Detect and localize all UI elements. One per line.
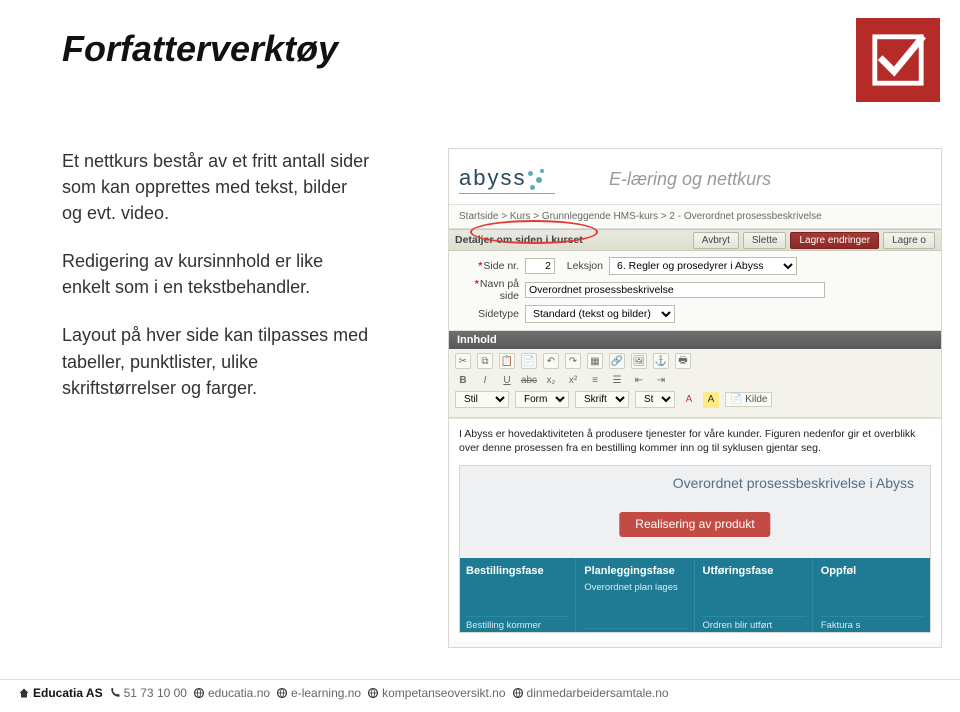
anchor-icon[interactable]: ⚓ bbox=[653, 353, 669, 369]
leksjon-select[interactable]: 6. Regler og prosedyrer i Abyss bbox=[609, 257, 797, 275]
content-section-header: Innhold bbox=[449, 331, 941, 349]
bullet-list-icon[interactable]: ☰ bbox=[609, 372, 625, 388]
redo-icon[interactable]: ↷ bbox=[565, 353, 581, 369]
bg-color-icon[interactable]: A bbox=[703, 392, 719, 408]
phone-icon bbox=[109, 687, 121, 699]
underline-icon[interactable]: U bbox=[499, 372, 515, 388]
outdent-icon[interactable]: ⇤ bbox=[631, 372, 647, 388]
checkbox-check-icon bbox=[869, 31, 927, 89]
footer-company: Educatia AS bbox=[33, 686, 103, 700]
diagram-col-head: Oppføl bbox=[821, 564, 924, 579]
cut-icon[interactable]: ✂ bbox=[455, 353, 471, 369]
side-nr-input[interactable] bbox=[525, 258, 555, 274]
editor-body[interactable]: I Abyss er hovedaktiviteten å produsere … bbox=[449, 418, 941, 641]
numbered-list-icon[interactable]: ≡ bbox=[587, 372, 603, 388]
cancel-button[interactable]: Avbryt bbox=[693, 232, 739, 249]
footer-link[interactable]: e-learning.no bbox=[291, 686, 361, 700]
subscript-icon[interactable]: x₂ bbox=[543, 372, 559, 388]
leksjon-label: Leksjon bbox=[555, 260, 609, 272]
diagram-title: Overordnet prosessbeskrivelse i Abyss bbox=[673, 474, 914, 493]
diagram-band: Realisering av produkt bbox=[619, 512, 770, 536]
style-select[interactable]: Stil bbox=[455, 391, 509, 408]
paste-icon[interactable]: 📋 bbox=[499, 353, 515, 369]
diagram-col-foot bbox=[584, 628, 687, 632]
paste-text-icon[interactable]: 📄 bbox=[521, 353, 537, 369]
diagram-col-foot: Ordren blir utført bbox=[703, 616, 806, 633]
page-detail-form: *Side nr. Leksjon 6. Regler og prosedyre… bbox=[449, 251, 941, 331]
home-icon bbox=[18, 687, 30, 699]
page-title: Forfatterverktøy bbox=[62, 28, 338, 70]
link-icon[interactable]: 🔗 bbox=[609, 353, 625, 369]
diagram-col-head: Bestillingsfase bbox=[466, 564, 569, 579]
paragraph-3: Layout på hver side kan tilpasses med ta… bbox=[62, 322, 372, 400]
breadcrumb[interactable]: Startside > Kurs > Grunnleggende HMS-kur… bbox=[449, 205, 941, 229]
italic-icon[interactable]: I bbox=[477, 372, 493, 388]
print-icon[interactable]: 🖶 bbox=[675, 353, 691, 369]
navn-label: Navn på side bbox=[480, 278, 519, 302]
app-header: abyss E-læring og nettkurs bbox=[449, 149, 941, 205]
sidetype-select[interactable]: Standard (tekst og bilder) bbox=[525, 305, 675, 323]
detail-bar: Detaljer om siden i kurset Avbryt Slette… bbox=[449, 229, 941, 251]
copy-icon[interactable]: ⧉ bbox=[477, 353, 493, 369]
detail-bar-title: Detaljer om siden i kurset bbox=[455, 234, 583, 246]
save-button[interactable]: Lagre endringer bbox=[790, 232, 879, 249]
globe-icon bbox=[276, 687, 288, 699]
abyss-logo: abyss bbox=[459, 165, 555, 194]
paragraph-1: Et nettkurs består av et fritt antall si… bbox=[62, 148, 372, 226]
side-nr-label: Side nr. bbox=[483, 260, 519, 272]
process-diagram: Overordnet prosessbeskrivelse i Abyss Re… bbox=[459, 465, 931, 633]
diagram-col: Planleggingsfase Overordnet plan lages bbox=[578, 558, 694, 632]
globe-icon bbox=[367, 687, 379, 699]
footer-link[interactable]: educatia.no bbox=[208, 686, 270, 700]
diagram-col-head: Utføringsfase bbox=[703, 564, 806, 579]
strike-icon[interactable]: abc bbox=[521, 372, 537, 388]
page-footer: Educatia AS 51 73 10 00 educatia.no e-le… bbox=[0, 679, 960, 700]
editor-toolbar: ✂ ⧉ 📋 📄 ↶ ↷ ▦ 🔗 🖼 ⚓ 🖶 B I U abc x₂ x² ≡ … bbox=[449, 349, 941, 418]
description-column: Et nettkurs består av et fritt antall si… bbox=[62, 148, 372, 423]
footer-link[interactable]: dinmedarbeidersamtale.no bbox=[527, 686, 669, 700]
diagram-col-head: Planleggingsfase bbox=[584, 564, 687, 579]
checkmark-badge bbox=[856, 18, 940, 102]
app-tagline: E-læring og nettkurs bbox=[609, 169, 771, 190]
globe-icon bbox=[193, 687, 205, 699]
diagram-col: Bestillingsfase Bestilling kommer bbox=[460, 558, 576, 632]
diagram-col: Oppføl Faktura s bbox=[815, 558, 930, 632]
navn-input[interactable] bbox=[525, 282, 825, 298]
logo-text: abyss bbox=[459, 165, 526, 191]
format-select[interactable]: Format bbox=[515, 391, 569, 408]
bold-icon[interactable]: B bbox=[455, 372, 471, 388]
app-screenshot: abyss E-læring og nettkurs Startside > K… bbox=[448, 148, 942, 648]
diagram-col: Utføringsfase Ordren blir utført bbox=[697, 558, 813, 632]
superscript-icon[interactable]: x² bbox=[565, 372, 581, 388]
save-other-button[interactable]: Lagre o bbox=[883, 232, 935, 249]
footer-phone: 51 73 10 00 bbox=[124, 686, 187, 700]
size-select[interactable]: St... bbox=[635, 391, 675, 408]
image-icon[interactable]: 🖼 bbox=[631, 353, 647, 369]
editor-paragraph: I Abyss er hovedaktiviteten å produsere … bbox=[459, 427, 931, 455]
diagram-col-sub: Overordnet plan lages bbox=[584, 582, 687, 595]
text-color-icon[interactable]: A bbox=[681, 392, 697, 408]
delete-button[interactable]: Slette bbox=[743, 232, 787, 249]
indent-icon[interactable]: ⇥ bbox=[653, 372, 669, 388]
font-select[interactable]: Skrift bbox=[575, 391, 629, 408]
source-button[interactable]: 📄 Kilde bbox=[725, 392, 772, 407]
undo-icon[interactable]: ↶ bbox=[543, 353, 559, 369]
table-icon[interactable]: ▦ bbox=[587, 353, 603, 369]
footer-link[interactable]: kompetanseoversikt.no bbox=[382, 686, 505, 700]
paragraph-2: Redigering av kursinnhold er like enkelt… bbox=[62, 248, 372, 300]
logo-dots-icon bbox=[526, 169, 548, 191]
globe-icon bbox=[512, 687, 524, 699]
diagram-col-foot: Bestilling kommer bbox=[466, 616, 569, 633]
sidetype-label: Sidetype bbox=[455, 308, 525, 320]
diagram-col-foot: Faktura s bbox=[821, 616, 924, 633]
